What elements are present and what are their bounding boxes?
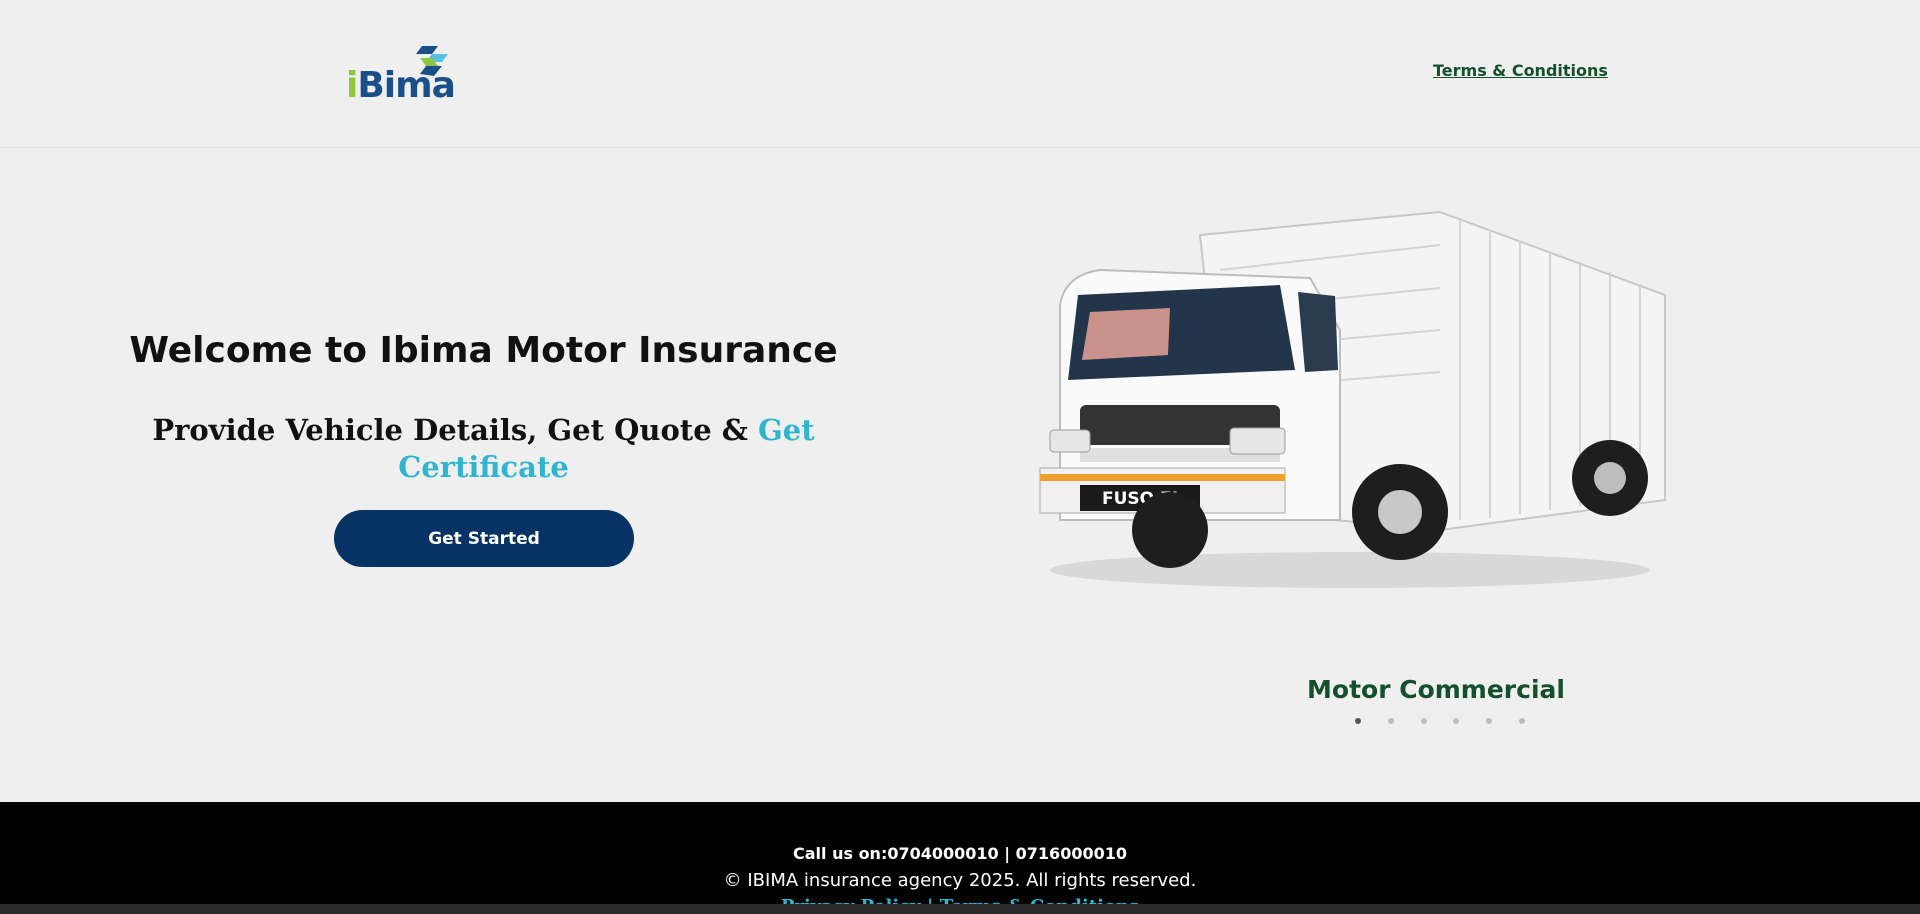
logo-wordmark: iBima [346,65,456,106]
site-header: iBima Terms & Conditions [0,0,1920,148]
carousel-dot-4[interactable] [1453,718,1460,724]
carousel-dot-6[interactable] [1518,718,1525,724]
truck-image: FUSO FI [1039,210,1666,588]
get-started-button[interactable]: Get Started [334,510,634,567]
header-terms-link[interactable]: Terms & Conditions [1433,61,1608,80]
footer-copyright: © IBIMA insurance agency 2025. All right… [723,870,1197,891]
carousel-dot-5[interactable] [1486,718,1493,724]
os-taskbar [0,904,1920,914]
carousel-caption: Motor Commercial [1307,675,1565,704]
carousel-dot-3[interactable] [1420,718,1427,724]
hero-subtitle: Provide Vehicle Details, Get Quote & Get… [150,412,817,486]
carousel-dot-1[interactable] [1355,718,1361,724]
ibima-logo[interactable]: iBima [346,40,456,106]
site-footer: Call us on:0704000010 | 0716000010 © IBI… [0,802,1920,914]
carousel-dot-2[interactable] [1387,718,1394,724]
carousel-dots [1355,716,1525,726]
footer-call-text: Call us on:0704000010 | 0716000010 [793,844,1127,863]
hero-title: Welcome to Ibima Motor Insurance [129,330,838,371]
hero-subtitle-text: Provide Vehicle Details, Get Quote & [152,413,759,447]
